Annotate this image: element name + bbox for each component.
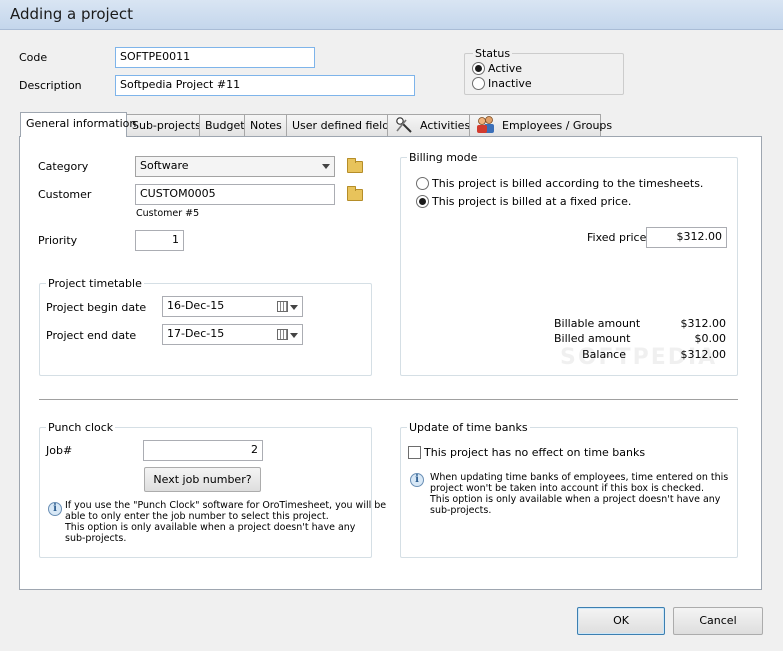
job-number-input[interactable]: 2: [143, 440, 263, 461]
customer-input[interactable]: CUSTOM0005: [135, 184, 335, 205]
punch-clock-info-icon: i: [48, 502, 62, 516]
timebanks-info-line-1: When updating time banks of employees, t…: [430, 472, 729, 483]
activities-label: Activities: [420, 119, 471, 132]
status-inactive-radio[interactable]: [472, 77, 485, 90]
category-label: Category: [38, 160, 89, 173]
customer-folder-icon[interactable]: [347, 186, 363, 201]
punch-info-line-2: able to only enter the job number to sel…: [65, 511, 329, 522]
billing-fixed-radio[interactable]: [416, 195, 429, 208]
punch-clock-title: Punch clock: [46, 421, 116, 434]
billing-fixed-label: This project is billed at a fixed price.: [432, 195, 632, 208]
timebanks-info-line-3: This option is only available when a pro…: [430, 494, 721, 505]
section-divider: [39, 399, 738, 400]
category-select[interactable]: Software: [135, 156, 335, 177]
billing-timesheets-label: This project is billed according to the …: [432, 177, 704, 190]
billable-amount-label: Billable amount: [554, 317, 641, 330]
code-input[interactable]: SOFTPE0011: [115, 47, 315, 68]
end-date-calendar-icon[interactable]: [277, 329, 288, 340]
billing-mode-title: Billing mode: [407, 151, 480, 164]
billed-amount-label: Billed amount: [554, 332, 631, 345]
tab-general-information[interactable]: General information: [20, 112, 136, 137]
description-label: Description: [19, 79, 82, 92]
punch-clock-info-text: If you use the "Punch Clock" software fo…: [65, 500, 386, 544]
tab-user-defined-fields[interactable]: User defined fields: [286, 114, 395, 137]
description-input[interactable]: Softpedia Project #11: [115, 75, 415, 96]
time-banks-info-icon: i: [410, 473, 424, 487]
status-active-label: Active: [488, 62, 523, 75]
balance-value: $312.00: [680, 348, 727, 361]
project-end-date-label: Project end date: [46, 329, 137, 342]
begin-date-calendar-icon[interactable]: [277, 301, 288, 312]
project-timetable-title: Project timetable: [46, 277, 144, 290]
status-title: Status: [473, 47, 513, 60]
tab-notes[interactable]: Notes: [244, 114, 287, 137]
status-inactive-label: Inactive: [488, 77, 532, 90]
begin-date-chevron-down-icon[interactable]: [290, 305, 298, 310]
status-active-radio[interactable]: [472, 62, 485, 75]
project-begin-date-label: Project begin date: [46, 301, 147, 314]
cancel-button[interactable]: Cancel: [673, 607, 763, 635]
time-banks-checkbox[interactable]: [408, 446, 421, 459]
ok-button[interactable]: OK: [577, 607, 665, 635]
customer-name: Customer #5: [136, 208, 200, 219]
category-value: Software: [140, 159, 189, 172]
tab-budget[interactable]: Budget: [199, 114, 245, 137]
end-date-chevron-down-icon[interactable]: [290, 333, 298, 338]
code-label: Code: [19, 51, 48, 64]
fixed-price-input[interactable]: $312.00: [646, 227, 727, 248]
next-job-number-button[interactable]: Next job number?: [144, 467, 261, 492]
punch-info-line-4: sub-projects.: [65, 533, 127, 544]
window-title: Adding a project: [10, 5, 134, 23]
category-chevron-down-icon[interactable]: [322, 164, 330, 169]
billed-amount-value: $0.00: [694, 332, 727, 345]
employees-groups-label: Employees / Groups: [502, 119, 613, 132]
category-folder-icon[interactable]: [347, 158, 363, 173]
fixed-price-label: Fixed price: [587, 231, 647, 244]
priority-input[interactable]: 1: [135, 230, 184, 251]
punch-info-line-1: If you use the "Punch Clock" software fo…: [65, 500, 387, 511]
billing-timesheets-radio[interactable]: [416, 177, 429, 190]
priority-label: Priority: [38, 234, 78, 247]
job-number-label: Job#: [46, 444, 73, 457]
tab-sub-projects[interactable]: Sub-projects: [126, 114, 201, 137]
billable-amount-value: $312.00: [680, 317, 727, 330]
timebanks-info-line-2: project won't be taken into account if t…: [430, 483, 705, 494]
employees-icon: [475, 115, 497, 134]
activities-icon: [394, 116, 414, 134]
title-bar: Adding a project: [0, 0, 783, 30]
time-banks-checkbox-label: This project has no effect on time banks: [424, 446, 646, 459]
time-banks-title: Update of time banks: [407, 421, 530, 434]
customer-label: Customer: [38, 188, 92, 201]
balance-label: Balance: [582, 348, 626, 361]
timebanks-info-line-4: sub-projects.: [430, 505, 492, 516]
punch-info-line-3: This option is only available when a pro…: [65, 522, 356, 533]
time-banks-info-text: When updating time banks of employees, t…: [430, 472, 728, 516]
